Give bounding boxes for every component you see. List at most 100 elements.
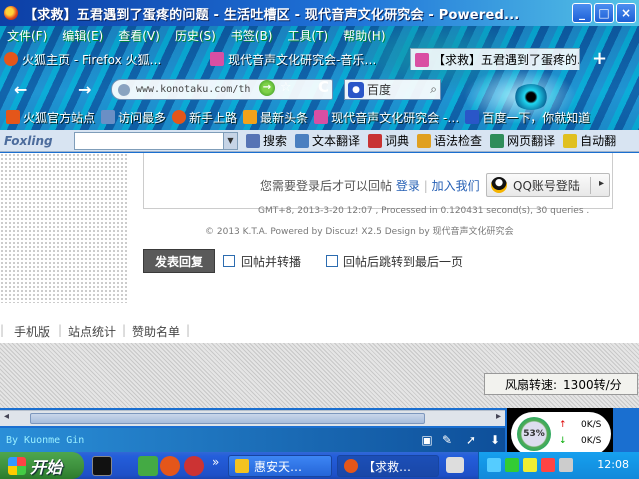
jump-last-page-checkbox[interactable] [326,255,338,267]
globe-icon [118,83,130,96]
tab-konotaku-music[interactable]: 现代音声文化研究会-音乐… [206,48,409,70]
separator: | [58,323,63,337]
start-button[interactable]: 开始 [0,452,84,479]
maximize-button[interactable]: □ [594,3,614,23]
foxling-search-button[interactable]: 搜索 [246,132,287,149]
menu-view[interactable]: 查看(V) [118,27,160,44]
new-tab-button[interactable]: + [592,48,607,69]
more-chevron-icon[interactable]: » [212,455,219,469]
horizontal-scrollbar[interactable]: ◂ ▸ [0,410,505,426]
tool-icon[interactable]: ✎ [440,433,454,447]
bookmark-konotaku[interactable]: 现代音声文化研究会 -… [314,109,459,126]
folder-icon [101,110,116,124]
url-text[interactable]: www.konotaku.com/th [136,84,266,95]
login-link[interactable]: 登录 [396,179,420,193]
qq-login-button[interactable]: QQ账号登陆 ▸ [486,173,610,197]
search-box[interactable]: ● 百度 ⌕ [344,79,441,100]
volume-icon[interactable] [559,458,573,472]
quicklaunch-app-icon[interactable] [184,456,204,476]
close-button[interactable]: × [616,3,636,23]
menu-edit[interactable]: 编辑(E) [62,27,103,44]
tab-firefox-home[interactable]: 火狐主页 - Firefox 火狐… [0,48,205,70]
fox-btn-label: 词典 [385,134,410,148]
tray-icon[interactable] [487,458,501,472]
menu-history[interactable]: 历史(S) [175,27,216,44]
url-bar[interactable]: www.konotaku.com/th [111,79,333,100]
firefox-icon [4,6,18,20]
scrollbar-thumb[interactable] [30,413,425,424]
bookmark-most-visited[interactable]: 访问最多 [101,109,166,126]
keyboard-icon[interactable] [446,457,464,473]
menu-help[interactable]: 帮助(H) [343,27,385,44]
qq-login-label: QQ账号登陆 [513,178,580,193]
bookmark-latest-headlines[interactable]: 最新头条 [243,109,308,126]
forward-button[interactable]: → [78,80,91,99]
magnifier-icon[interactable]: ⌕ [430,82,437,97]
tab-current-thread[interactable]: 【求救】五君遇到了蛋疼的… [410,48,580,70]
download-icon[interactable]: ⬇ [488,433,502,447]
fox-btn-label: 搜索 [263,134,288,148]
clock[interactable]: 12:08 [597,458,629,471]
reload-button[interactable]: C [318,78,329,96]
qq-penguin-icon [491,177,507,193]
menu-bookmarks[interactable]: 书签(B) [231,27,273,44]
system-tray: 12:08 [478,452,639,479]
foxling-page-translate-button[interactable]: 网页翻译 [490,132,555,149]
tray-icon[interactable] [505,458,519,472]
menu-file[interactable]: 文件(F) [7,27,47,44]
window-title: 【求救】五君遇到了蛋疼的问题 - 生活吐槽区 - 现代音声文化研究会 - Pow… [24,7,520,23]
chevron-down-icon[interactable]: ▼ [224,131,238,150]
submit-reply-button[interactable]: 发表回复 [143,249,215,273]
minimize-button[interactable]: _ [572,3,592,23]
foxling-grammar-button[interactable]: 语法检查 [417,132,482,149]
go-button[interactable]: → [259,80,275,96]
scroll-left-icon[interactable]: ◂ [4,411,9,422]
rss-icon [243,110,258,124]
footer-link-mobile[interactable]: 手机版 [14,323,50,340]
back-button[interactable]: ← [14,80,27,99]
bookmark-getting-started[interactable]: 新手上路 [172,109,237,126]
footer-links: | 手机版 | 站点统计 | 赞助名单 | [0,321,639,341]
pointer-icon[interactable]: ➚ [464,433,478,447]
foxling-dictionary-button[interactable]: 词典 [368,132,409,149]
bookmark-baidu[interactable]: 百度一下，你就知道 [465,109,590,126]
foxling-search-input[interactable] [74,131,224,150]
separator: | [423,179,428,193]
page-content: 您需要登录后才可以回帖 登录 | 加入我们 QQ账号登陆 ▸ 发表回复 回帖并转… [0,153,639,408]
bookmark-star-icon[interactable]: ☆ [280,80,292,95]
taskbar-window-huian[interactable]: 惠安天… [228,455,332,477]
repost-label: 回帖并转播 [241,255,302,269]
footer-copyright: © 2013 K.T.A. Powered by Discuz! X2.5 De… [205,227,514,237]
foxling-auto-translate-button[interactable]: 自动翻 [563,132,616,149]
login-prompt: 您需要登录后才可以回帖 登录 | 加入我们 [260,177,480,194]
tray-icon[interactable] [523,458,537,472]
scroll-right-icon[interactable]: ▸ [496,411,501,422]
chevron-right-icon: ▸ [598,178,604,189]
footer-link-sponsors[interactable]: 赞助名单 [132,323,180,340]
separator: | [122,323,127,337]
quicklaunch-app-icon[interactable] [92,456,112,476]
tray-icon[interactable] [541,458,555,472]
footer-link-stats[interactable]: 站点统计 [68,323,116,340]
upload-arrow-icon: ↑ [559,420,567,430]
bookmark-firefox-official[interactable]: 火狐官方站点 [6,109,95,126]
network-monitor-panel: 53% ↑ 0K/S ↓ 0K/S [511,412,611,456]
foxling-toolbar: Foxling ▼ 搜索 文本翻译 词典 语法检查 网页翻译 自动翻 [0,130,639,152]
tab-bar: 火狐主页 - Firefox 火狐… 现代音声文化研究会-音乐… 【求救】五君遇… [0,46,639,72]
search-icon [246,133,260,148]
taskbar-window-firefox[interactable]: 【求救… [337,455,439,477]
menu-tools[interactable]: 工具(T) [287,27,328,44]
bookmark-label: 新手上路 [189,110,238,125]
foxling-translate-text-button[interactable]: 文本翻译 [295,132,360,149]
repost-checkbox[interactable] [223,255,235,267]
footer-timing: GMT+8, 2013-3-20 12:07 , Processed in 0.… [258,206,590,216]
fox-btn-label: 文本翻译 [312,134,361,148]
page-icon [415,52,429,67]
window-icon[interactable]: ▣ [420,433,434,447]
baidu-paw-icon: ● [348,81,364,98]
quicklaunch-app-icon[interactable] [138,456,158,476]
foxling-logo[interactable]: Foxling [4,134,74,148]
register-link[interactable]: 加入我们 [432,179,480,193]
upload-speed: 0K/S [581,420,602,430]
quicklaunch-firefox-icon[interactable] [160,456,180,476]
